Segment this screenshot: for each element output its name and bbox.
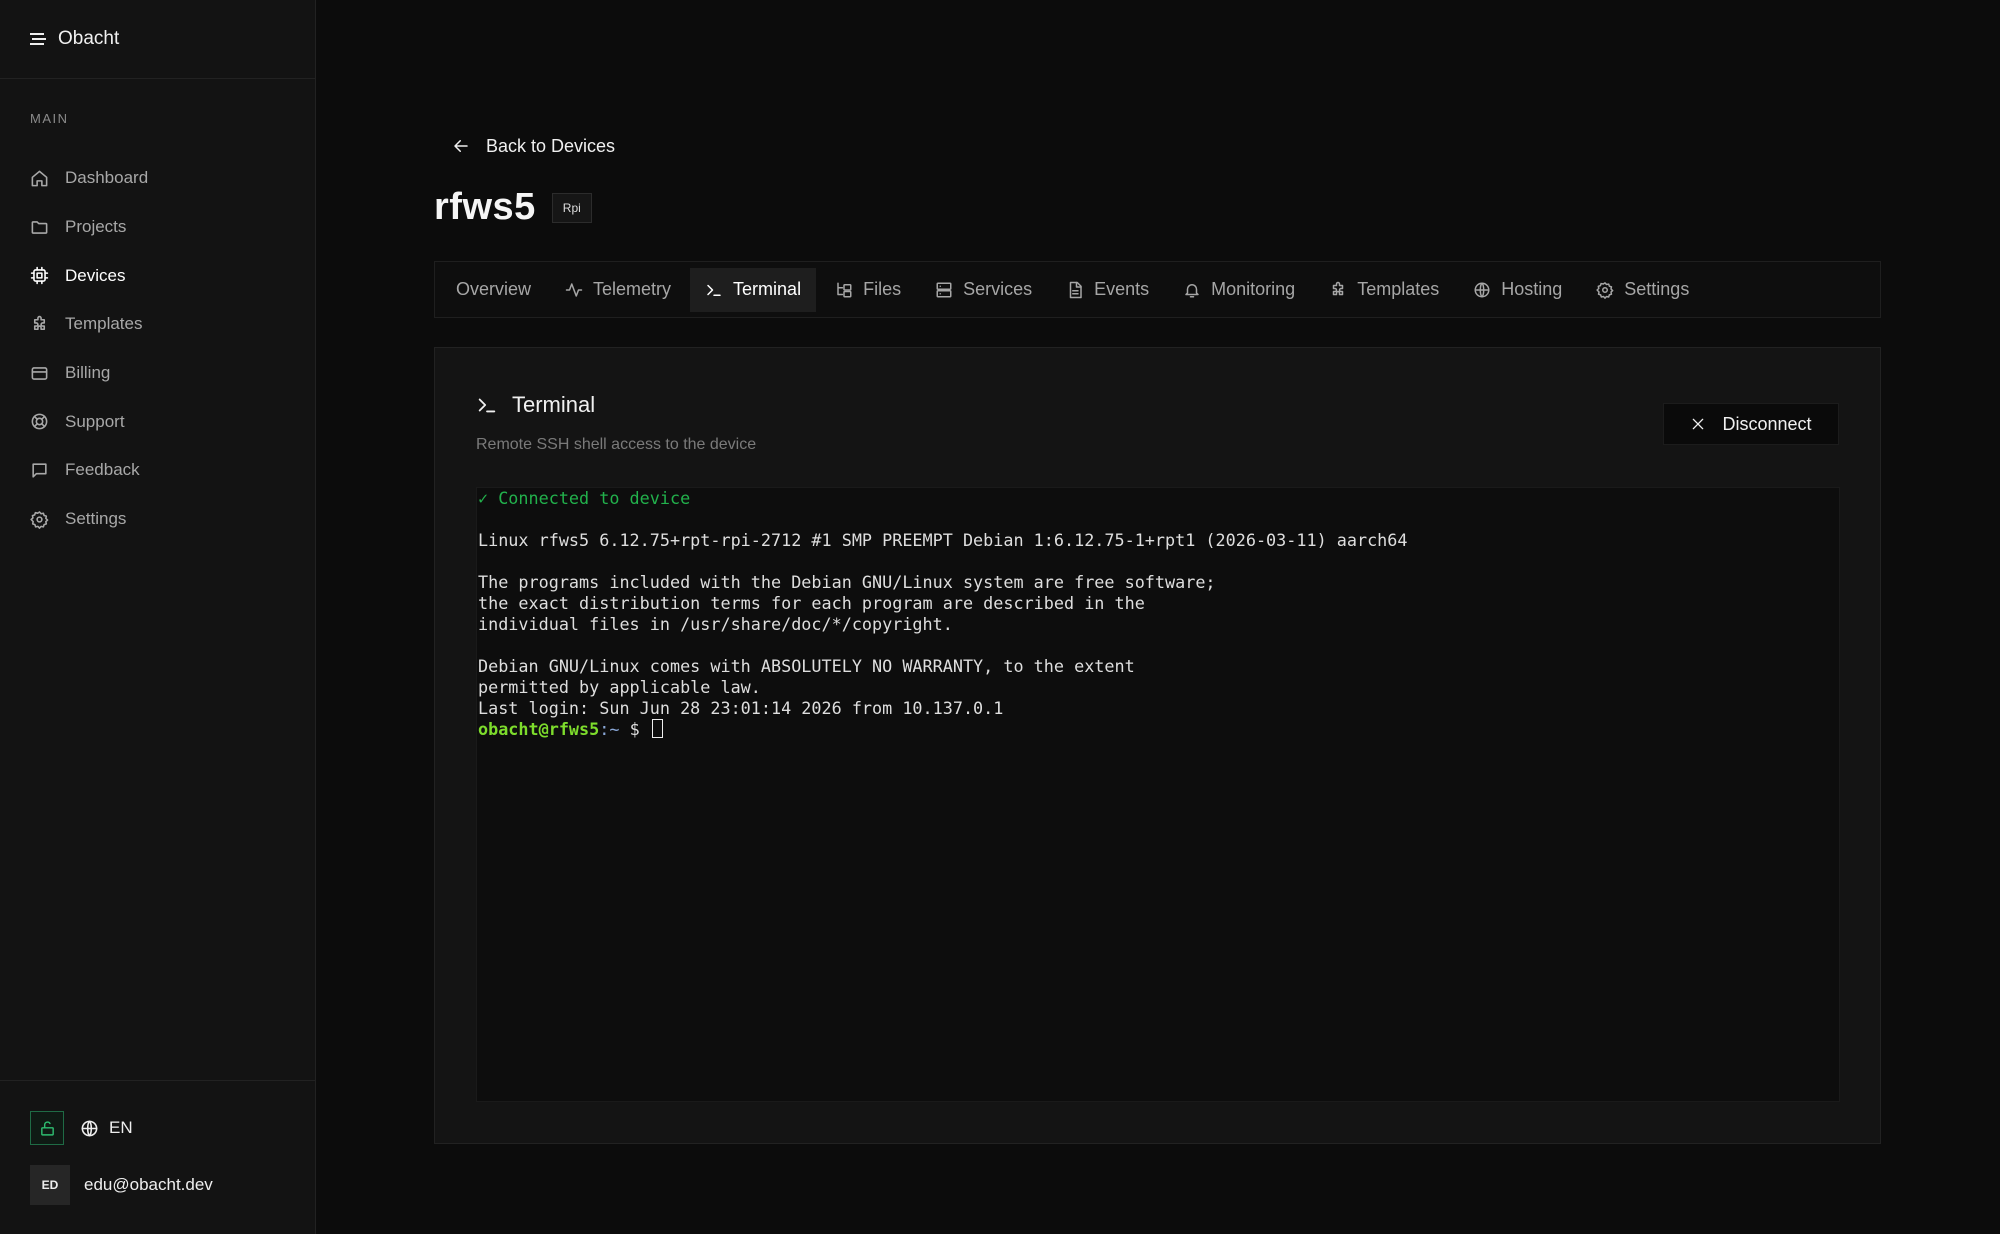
device-header: rfws5 Rpi — [434, 186, 592, 229]
terminal-line: Linux rfws5 6.12.75+rpt-rpi-2712 #1 SMP … — [478, 530, 1408, 550]
panel-title: Terminal — [512, 392, 596, 417]
terminal-icon — [705, 281, 723, 299]
terminal-output[interactable]: ✓ Connected to device Linux rfws5 6.12.7… — [476, 487, 1840, 1102]
sidebar-item-label: Projects — [65, 217, 127, 237]
close-icon — [1690, 416, 1706, 432]
sidebar-item-templates[interactable]: Templates — [0, 300, 315, 349]
terminal-line: individual files in /usr/share/doc/*/cop… — [478, 614, 953, 634]
tab-label: Settings — [1624, 279, 1690, 299]
server-icon — [935, 281, 953, 299]
sidebar-item-dashboard[interactable]: Dashboard — [0, 154, 315, 203]
user-email[interactable]: edu@obacht.dev — [84, 1165, 213, 1205]
tab-hosting[interactable]: Hosting — [1458, 268, 1577, 312]
sidebar-item-label: Billing — [65, 363, 111, 383]
sidebar-item-billing[interactable]: Billing — [0, 349, 315, 398]
page-title: rfws5 — [434, 186, 536, 228]
folder-tree-icon — [835, 281, 853, 299]
sidebar-item-feedback[interactable]: Feedback — [0, 446, 315, 495]
device-type-badge: Rpi — [551, 192, 592, 223]
home-icon — [30, 169, 49, 188]
terminal-line: The programs included with the Debian GN… — [478, 572, 1216, 592]
prompt-path: :~ — [599, 719, 620, 739]
gear-icon — [30, 510, 49, 529]
tab-telemetry[interactable]: Telemetry — [550, 268, 686, 312]
tab-label: Events — [1094, 279, 1150, 299]
puzzle-icon — [30, 315, 49, 334]
sidebar-item-label: Support — [65, 411, 125, 431]
tab-files[interactable]: Files — [820, 268, 916, 312]
arrow-left-icon — [452, 137, 470, 155]
tab-label: Overview — [456, 279, 532, 299]
tab-settings[interactable]: Settings — [1581, 268, 1704, 312]
tab-terminal[interactable]: Terminal — [690, 267, 817, 312]
back-label: Back to Devices — [486, 135, 616, 156]
activity-icon — [565, 281, 583, 299]
sidebar: Obacht MAIN Dashboard Projects Devices T… — [0, 0, 316, 1234]
back-to-devices-link[interactable]: Back to Devices — [452, 130, 615, 162]
terminal-panel: Terminal Remote SSH shell access to the … — [434, 347, 1881, 1144]
tab-label: Terminal — [733, 279, 802, 299]
bell-icon — [1183, 281, 1201, 299]
folder-icon — [30, 218, 49, 237]
chip-icon — [30, 266, 49, 285]
sidebar-item-label: Templates — [65, 314, 143, 334]
lifebuoy-icon — [30, 412, 49, 431]
tab-label: Hosting — [1501, 279, 1563, 299]
tab-overview[interactable]: Overview — [441, 268, 546, 312]
terminal-line: permitted by applicable law. — [478, 677, 761, 697]
sidebar-item-support[interactable]: Support — [0, 397, 315, 446]
globe-icon — [80, 1119, 99, 1138]
terminal-icon — [476, 394, 498, 416]
disconnect-button[interactable]: Disconnect — [1663, 403, 1839, 445]
gear-icon — [1596, 281, 1614, 299]
terminal-line: Last login: Sun Jun 28 23:01:14 2026 fro… — [478, 698, 1004, 718]
sidebar-item-label: Feedback — [65, 460, 140, 480]
brand[interactable]: Obacht — [0, 0, 315, 79]
sidebar-item-label: Devices — [65, 265, 126, 285]
menu-icon — [30, 32, 46, 46]
sidebar-item-label: Dashboard — [65, 168, 149, 188]
language-selector[interactable]: EN — [80, 1111, 133, 1145]
prompt-symbol: $ — [619, 719, 650, 739]
sidebar-nav: Dashboard Projects Devices Templates Bil… — [0, 154, 315, 544]
sidebar-footer: EN ED edu@obacht.dev — [0, 1080, 315, 1234]
prompt-user-host: obacht@rfws5 — [478, 719, 600, 739]
globe-icon — [1473, 281, 1491, 299]
lock-button[interactable] — [30, 1111, 64, 1145]
tab-label: Telemetry — [593, 279, 672, 299]
nav-section-label: MAIN — [30, 111, 69, 126]
avatar[interactable]: ED — [30, 1165, 70, 1205]
credit-card-icon — [30, 364, 49, 383]
terminal-cursor — [651, 719, 663, 738]
tab-label: Templates — [1357, 279, 1440, 299]
terminal-line: Debian GNU/Linux comes with ABSOLUTELY N… — [478, 656, 1135, 676]
tab-templates[interactable]: Templates — [1314, 268, 1454, 312]
device-tabs: Overview Telemetry Terminal Files Servic… — [434, 261, 1881, 318]
sidebar-item-projects[interactable]: Projects — [0, 203, 315, 252]
message-square-icon — [30, 461, 49, 480]
sidebar-item-label: Settings — [65, 509, 127, 529]
panel-header: Terminal — [476, 392, 595, 418]
sidebar-item-devices[interactable]: Devices — [0, 251, 315, 300]
tab-services[interactable]: Services — [920, 268, 1047, 312]
terminal-line: the exact distribution terms for each pr… — [478, 593, 1145, 613]
tab-monitoring[interactable]: Monitoring — [1168, 268, 1310, 312]
tab-label: Services — [963, 279, 1033, 299]
tab-label: Monitoring — [1211, 279, 1296, 299]
app-name: Obacht — [58, 28, 120, 49]
tab-events[interactable]: Events — [1051, 268, 1164, 312]
tab-label: Files — [863, 279, 902, 299]
unlock-icon — [39, 1120, 56, 1137]
puzzle-icon — [1329, 281, 1347, 299]
connection-status: ✓ Connected to device — [478, 488, 691, 508]
disconnect-label: Disconnect — [1722, 413, 1812, 434]
panel-description: Remote SSH shell access to the device — [476, 436, 757, 453]
language-label: EN — [109, 1118, 133, 1137]
file-text-icon — [1066, 281, 1084, 299]
sidebar-item-settings[interactable]: Settings — [0, 495, 315, 544]
